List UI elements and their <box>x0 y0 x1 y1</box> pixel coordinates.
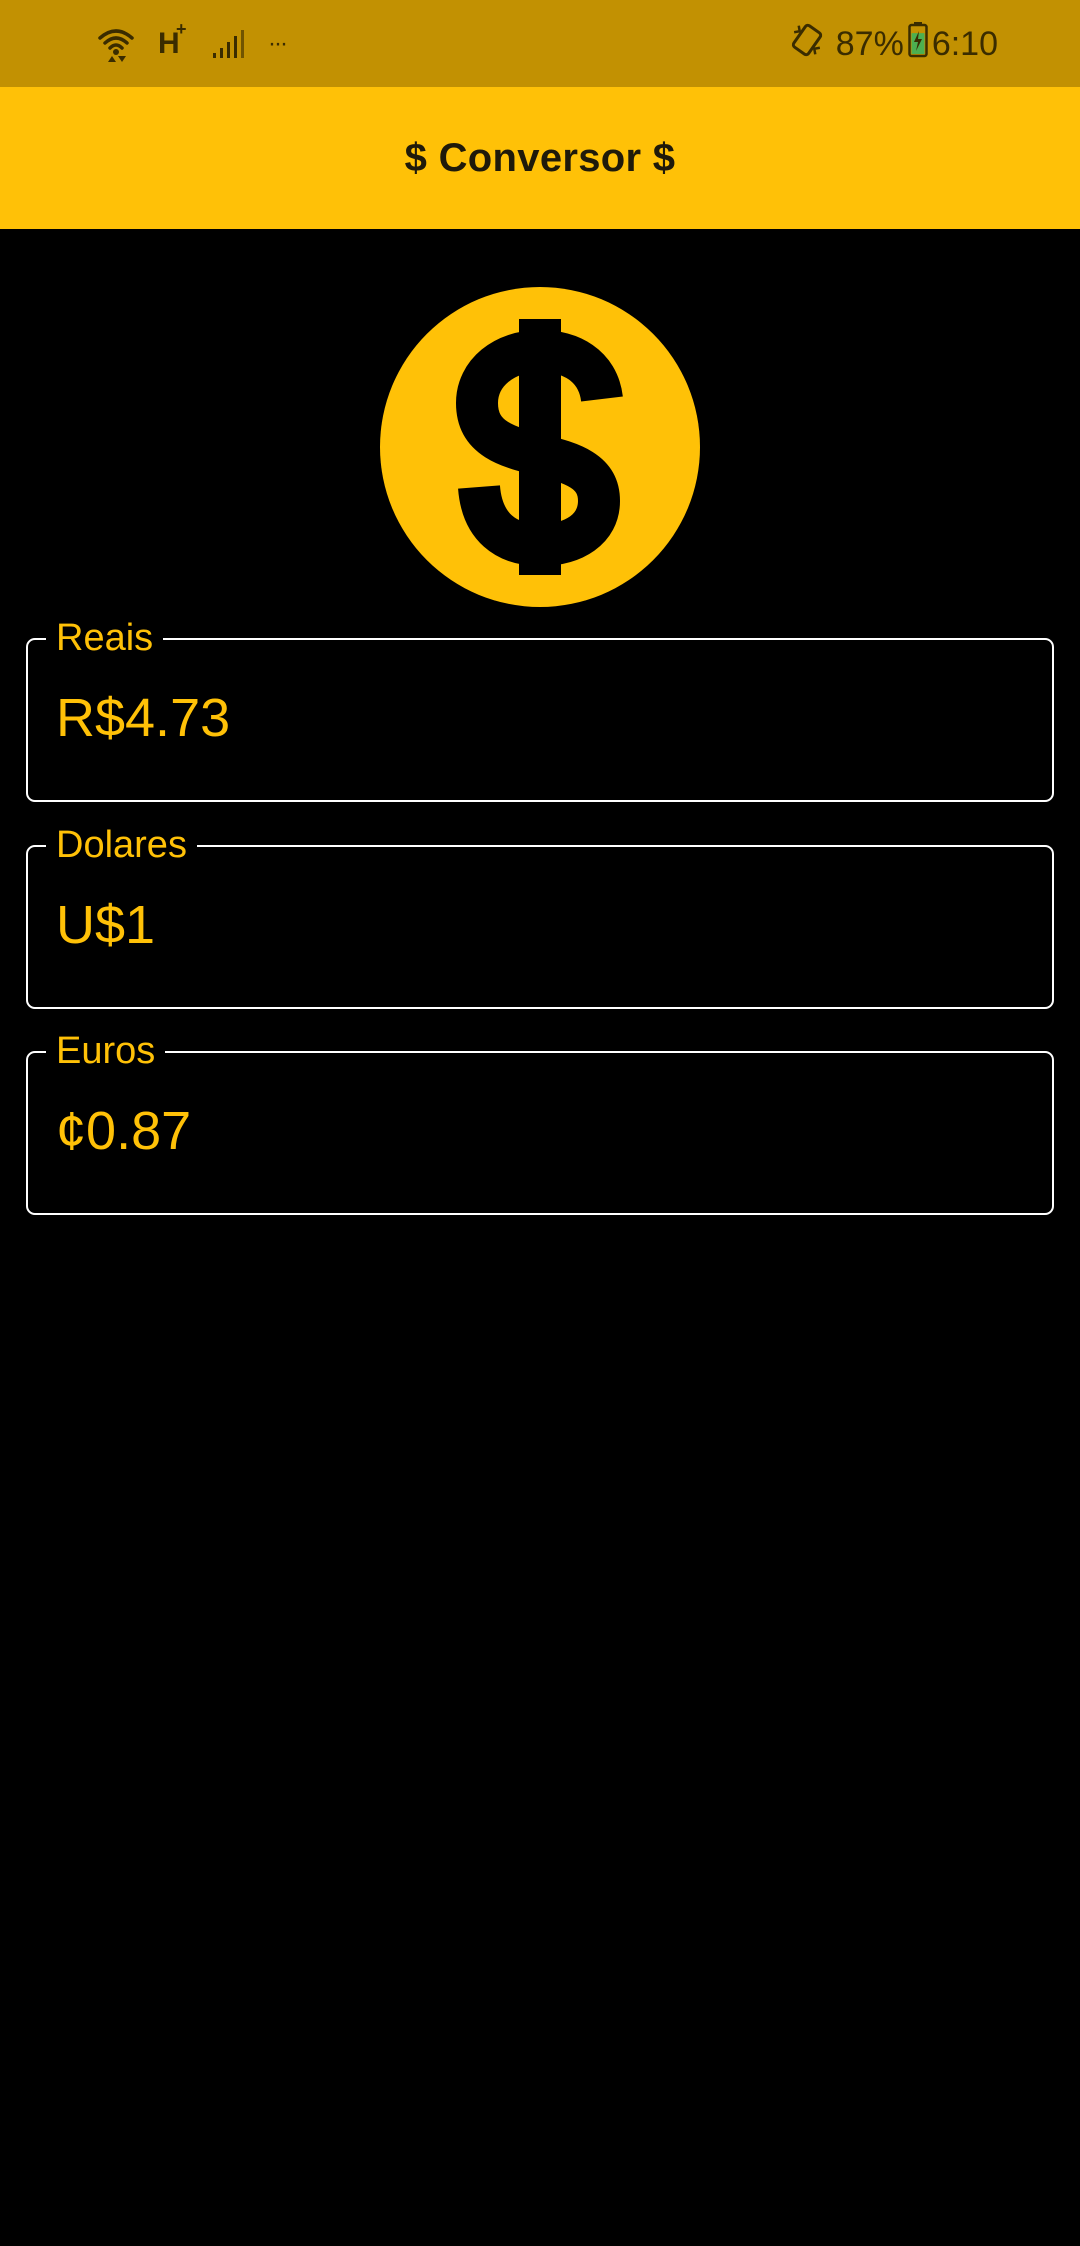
dolares-field[interactable]: Dolares U$1 <box>26 823 1054 1009</box>
wifi-icon <box>96 24 136 64</box>
reais-field-label: Reais <box>46 616 164 660</box>
more-notifications-icon: ··· <box>268 30 288 57</box>
battery-percent: 87% <box>835 24 904 63</box>
dollar-coin-icon <box>380 287 700 607</box>
app-bar: $ Conversor $ <box>0 87 1080 229</box>
euros-field-label: Euros <box>46 1029 166 1073</box>
app-title: $ Conversor $ <box>404 135 676 180</box>
euros-field[interactable]: Euros ¢0.87 <box>26 1029 1054 1215</box>
clock-time: 6:10 <box>931 24 998 63</box>
signal-bars-icon <box>212 29 246 59</box>
status-bar-left: H + ··· <box>96 18 288 70</box>
dolares-input[interactable]: U$1 <box>56 893 1016 957</box>
network-superscript: + <box>176 19 187 39</box>
network-h-plus-icon: H + <box>158 19 190 61</box>
battery-charging-icon <box>908 21 928 67</box>
euros-input[interactable]: ¢0.87 <box>56 1099 1016 1163</box>
dolares-field-label: Dolares <box>46 823 197 867</box>
vibrate-icon <box>788 21 826 68</box>
reais-field[interactable]: Reais R$4.73 <box>26 616 1054 802</box>
reais-input[interactable]: R$4.73 <box>56 686 1016 750</box>
status-bar-right: 87% 6:10 <box>788 18 998 70</box>
status-bar: H + ··· 87% 6:10 <box>0 0 1080 87</box>
